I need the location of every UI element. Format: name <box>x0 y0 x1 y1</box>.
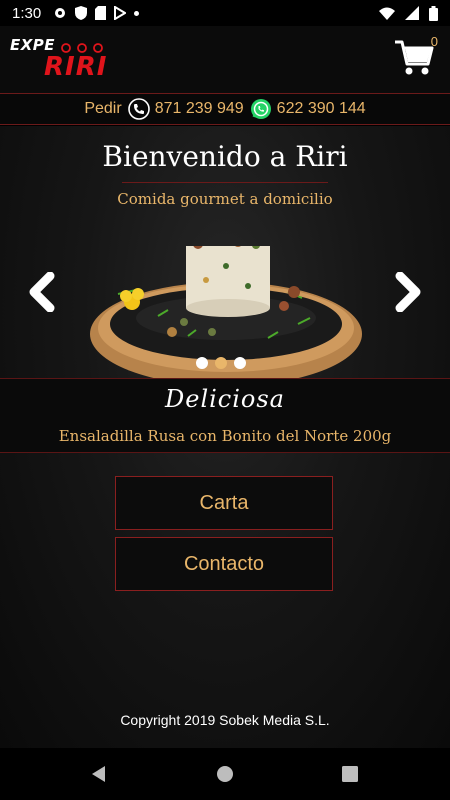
sd-card-icon <box>95 6 107 20</box>
carousel-dot-3[interactable] <box>234 357 246 369</box>
hero-subtitle: Comida gourmet a domicilio <box>117 190 333 208</box>
carousel-dot-2[interactable] <box>215 357 227 369</box>
hero-title: Bienvenido a Riri <box>102 140 348 173</box>
caption-product-name: Ensaladilla Rusa con Bonito del Norte 20… <box>58 427 392 445</box>
main-content: Bienvenido a Riri Comida gourmet a domic… <box>0 126 450 748</box>
contact-bar: Pedir 871 239 949 622 390 144 <box>0 93 450 125</box>
wifi-icon <box>379 7 395 20</box>
status-time: 1:30 <box>12 4 42 22</box>
battery-icon <box>429 5 438 21</box>
caption-tagline: Deliciosa <box>165 385 285 413</box>
play-store-icon <box>114 6 127 20</box>
carousel-prev-icon[interactable] <box>26 272 60 312</box>
whatsapp-icon <box>250 99 271 119</box>
phone-link[interactable]: 871 239 949 <box>127 98 244 120</box>
recent-apps-icon[interactable] <box>339 763 361 785</box>
order-label: Pedir <box>84 100 122 117</box>
home-icon[interactable] <box>214 763 236 785</box>
cart-button[interactable]: 0 <box>394 34 438 80</box>
signal-icon <box>405 6 419 20</box>
copyright-text: Copyright 2019 Sobek Media S.L. <box>120 712 330 728</box>
system-nav-bar <box>0 748 450 800</box>
status-bar: 1:30 <box>0 0 450 26</box>
whatsapp-link[interactable]: 622 390 144 <box>250 98 366 120</box>
shield-icon <box>75 6 88 20</box>
gear-icon <box>55 8 66 18</box>
phone-icon <box>127 98 150 120</box>
carousel-dot-1[interactable] <box>196 357 208 369</box>
brand-logo[interactable]: EXPE RIRI <box>10 34 106 84</box>
hero-divider <box>122 182 328 183</box>
contacto-button[interactable]: Contacto <box>115 537 333 591</box>
slide-caption: Deliciosa Ensaladilla Rusa con Bonito de… <box>0 378 450 453</box>
logo-main-text: RIRI <box>44 52 108 82</box>
status-icons <box>53 6 140 20</box>
back-icon[interactable] <box>88 763 110 785</box>
status-right-icons <box>379 5 438 21</box>
cart-count-badge: 0 <box>430 34 438 49</box>
phone-number: 871 239 949 <box>154 100 244 117</box>
dot-icon <box>134 10 140 16</box>
carousel-indicators <box>196 357 246 369</box>
app-bar: EXPE RIRI 0 <box>0 26 450 93</box>
hero-carousel[interactable]: Bienvenido a Riri Comida gourmet a domic… <box>0 126 450 378</box>
shopping-cart-icon <box>395 40 434 75</box>
whatsapp-number: 622 390 144 <box>276 100 366 117</box>
carousel-next-icon[interactable] <box>390 272 424 312</box>
carta-button[interactable]: Carta <box>115 476 333 530</box>
